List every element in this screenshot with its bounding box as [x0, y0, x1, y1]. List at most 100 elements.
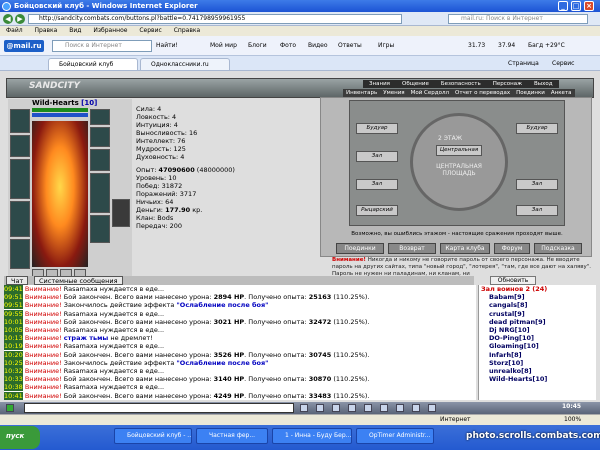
- menu-tools[interactable]: Сервис: [139, 27, 161, 34]
- nav-my-serdoll[interactable]: Мой Сердолл: [408, 90, 452, 96]
- ring-slot[interactable]: [90, 127, 110, 147]
- taskbar-item-optimer[interactable]: OpTimer Administr...: [356, 428, 434, 444]
- forward-button[interactable]: ▶: [15, 14, 25, 24]
- system-messages-tab[interactable]: Системные сообщения: [34, 276, 123, 285]
- earrings-slot[interactable]: [90, 109, 110, 125]
- toolbar-video[interactable]: Видео: [308, 41, 328, 51]
- browser-search-input[interactable]: mail.ru: Поиск в Интернет: [448, 14, 588, 24]
- scroll-icon[interactable]: [396, 404, 404, 412]
- toolbar-my-world[interactable]: Мой мир: [210, 41, 237, 51]
- minimize-button[interactable]: _: [558, 1, 568, 11]
- translit-icon[interactable]: [364, 404, 372, 412]
- amulet-slot[interactable]: [10, 135, 30, 157]
- player-list-item[interactable]: Dj NRG[10]: [479, 326, 596, 334]
- nav-profile[interactable]: Анкета: [548, 90, 575, 96]
- map-hall-right-3[interactable]: Зал: [516, 205, 558, 216]
- map-hall-left-2[interactable]: Зал: [356, 179, 398, 190]
- clear-icon[interactable]: [316, 404, 324, 412]
- maximize-button[interactable]: □: [571, 1, 581, 11]
- hint-button[interactable]: Подсказка: [534, 243, 582, 254]
- send-icon[interactable]: [300, 404, 308, 412]
- nav-duels[interactable]: Поединки: [513, 90, 548, 96]
- stock-usd[interactable]: 31.73: [468, 41, 485, 51]
- character-avatar[interactable]: [32, 121, 88, 267]
- duels-button[interactable]: Поединки: [336, 243, 384, 254]
- weapon-slot[interactable]: [10, 159, 30, 199]
- find-button[interactable]: Найти!: [156, 41, 178, 51]
- back-button[interactable]: ◀: [3, 14, 13, 24]
- start-button[interactable]: пуск: [0, 426, 40, 449]
- settings-icon[interactable]: [380, 404, 388, 412]
- helmet-slot[interactable]: [10, 109, 30, 133]
- belt-slot[interactable]: [10, 239, 30, 269]
- menu-help[interactable]: Справка: [174, 27, 200, 34]
- tools-menu[interactable]: Сервис: [552, 59, 574, 69]
- menu-view[interactable]: Вид: [69, 27, 81, 34]
- toolbar-games[interactable]: Игры: [378, 41, 394, 51]
- toolbar-blogs[interactable]: Блоги: [248, 41, 267, 51]
- club-map-button[interactable]: Карта клуба: [440, 243, 490, 254]
- player-list-item[interactable]: Wild-Hearts[10]: [479, 375, 596, 383]
- toolbar-answers[interactable]: Ответы: [338, 41, 362, 51]
- return-button[interactable]: Возврат: [388, 243, 436, 254]
- filter-icon[interactable]: [332, 404, 340, 412]
- refresh-button[interactable]: Обновить: [490, 276, 536, 285]
- map-hall-left[interactable]: Зал: [356, 151, 398, 162]
- tab-combats[interactable]: Бойцовский клуб: [48, 58, 138, 70]
- close-button[interactable]: ×: [584, 1, 594, 11]
- player-list-item[interactable]: Gloaming[10]: [479, 342, 596, 350]
- nav-knowledge[interactable]: Знания: [363, 81, 396, 87]
- menu-file[interactable]: Файл: [6, 27, 23, 34]
- map-central-button[interactable]: Центральная: [436, 145, 482, 156]
- chat-log[interactable]: 09:41 Внимание! Rasamaxa нуждается в еде…: [4, 285, 476, 400]
- chat-text: Rasamaxa нуждается в еде...: [61, 342, 165, 351]
- armor-slot[interactable]: [10, 201, 30, 237]
- player-name[interactable]: Wild-Hearts: [32, 99, 79, 107]
- gloves-slot[interactable]: [90, 149, 110, 171]
- sword-icon[interactable]: [112, 199, 130, 227]
- nav-inventory[interactable]: Инвентарь: [343, 90, 380, 96]
- refresh-chat-icon[interactable]: [428, 404, 436, 412]
- chat-mode-icon[interactable]: [6, 404, 14, 412]
- taskbar-item-combats[interactable]: Бойцовский клуб - ...: [114, 428, 192, 444]
- nav-communication[interactable]: Общение: [396, 81, 435, 87]
- shield-slot[interactable]: [90, 173, 110, 213]
- nav-transfers[interactable]: Отчет о переводах: [452, 90, 513, 96]
- smiles-icon[interactable]: [348, 404, 356, 412]
- map-boudoir-left[interactable]: Будуар: [356, 123, 398, 134]
- chat-input[interactable]: [24, 403, 294, 413]
- player-list-item[interactable]: DO-Ping[10]: [479, 334, 596, 342]
- menu-edit[interactable]: Правка: [35, 27, 58, 34]
- map-boudoir-right[interactable]: Будуар: [516, 123, 558, 134]
- player-list-item[interactable]: Storz[10]: [479, 359, 596, 367]
- player-list-item[interactable]: Infarh[8]: [479, 351, 596, 359]
- menu-favorites[interactable]: Избранное: [93, 27, 127, 34]
- player-list-item[interactable]: cangals[8]: [479, 301, 596, 309]
- stock-eur[interactable]: 37.94: [498, 41, 515, 51]
- map-hall-right-2[interactable]: Зал: [516, 179, 558, 190]
- zoom-label[interactable]: 100%: [564, 415, 581, 425]
- forum-button[interactable]: Форум: [494, 243, 530, 254]
- player-list-item[interactable]: dead pitman[9]: [479, 318, 596, 326]
- tab-odnoklassniki[interactable]: Одноклассники.ru: [140, 58, 230, 70]
- nav-character[interactable]: Персонаж: [487, 81, 528, 87]
- player-list-item[interactable]: unrealko[8]: [479, 367, 596, 375]
- boots-slot[interactable]: [90, 215, 110, 243]
- weather-widget[interactable]: Багд +29°C: [528, 41, 565, 51]
- taskbar-item-music[interactable]: 1 - Инна - Буду Бер...: [272, 428, 352, 444]
- nav-security[interactable]: Безопасность: [435, 81, 487, 87]
- nav-exit[interactable]: Выход: [528, 81, 559, 87]
- url-input[interactable]: http://sandcity.combats.com/buttons.pl?b…: [28, 14, 402, 24]
- status-bar: Интернет 100%: [0, 414, 600, 425]
- toolbar-photo[interactable]: Фото: [280, 41, 296, 51]
- chat-tab[interactable]: Чат: [6, 276, 29, 285]
- nav-skills[interactable]: Умения: [380, 90, 407, 96]
- map-knight-hall[interactable]: Рыцарский: [356, 205, 398, 216]
- taskbar-item-farm[interactable]: Частная фер...: [196, 428, 268, 444]
- player-list-item[interactable]: Babam[9]: [479, 293, 596, 301]
- page-menu[interactable]: Страница: [508, 59, 539, 69]
- toolbar-search-input[interactable]: Поиск в Интернет: [52, 40, 152, 52]
- mailru-logo[interactable]: @mail.ru: [4, 40, 44, 52]
- player-list-item[interactable]: crustal[9]: [479, 310, 596, 318]
- sound-icon[interactable]: [412, 404, 420, 412]
